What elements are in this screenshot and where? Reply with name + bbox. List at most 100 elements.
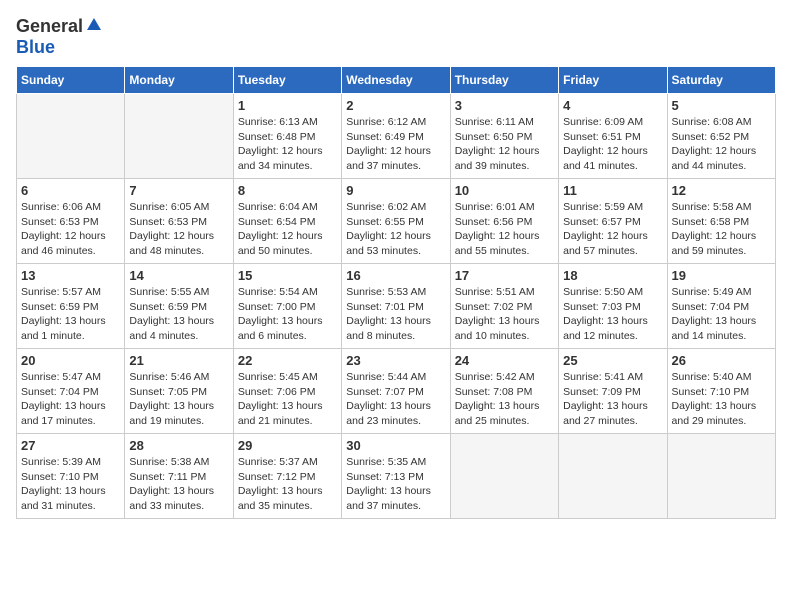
weekday-header-tuesday: Tuesday [233, 67, 341, 94]
day-number: 27 [21, 438, 120, 453]
day-info: Sunrise: 6:05 AM Sunset: 6:53 PM Dayligh… [129, 200, 228, 259]
calendar-table: SundayMondayTuesdayWednesdayThursdayFrid… [16, 66, 776, 519]
calendar-cell: 27 Sunrise: 5:39 AM Sunset: 7:10 PM Dayli… [17, 434, 125, 519]
day-info: Sunrise: 5:59 AM Sunset: 6:57 PM Dayligh… [563, 200, 662, 259]
calendar-cell: 21Sunrise: 5:46 AM Sunset: 7:05 PM Dayli… [125, 349, 233, 434]
calendar-cell: 1 Sunrise: 6:13 AM Sunset: 6:48 PM Daylig… [233, 94, 341, 179]
day-number: 29 [238, 438, 337, 453]
day-number: 12 [672, 183, 771, 198]
weekday-header-row: SundayMondayTuesdayWednesdayThursdayFrid… [17, 67, 776, 94]
calendar-cell [450, 434, 558, 519]
day-number: 19 [672, 268, 771, 283]
day-info: Sunrise: 6:06 AM Sunset: 6:53 PM Dayligh… [21, 200, 120, 259]
day-number: 1 [238, 98, 337, 113]
day-info: Sunrise: 5:50 AM Sunset: 7:03 PM Dayligh… [563, 285, 662, 344]
day-info: Sunrise: 5:41 AM Sunset: 7:09 PM Dayligh… [563, 370, 662, 429]
day-number: 18 [563, 268, 662, 283]
day-info: Sunrise: 5:35 AM Sunset: 7:13 PM Dayligh… [346, 455, 445, 514]
day-info: Sunrise: 6:01 AM Sunset: 6:56 PM Dayligh… [455, 200, 554, 259]
day-info: Sunrise: 5:38 AM Sunset: 7:11 PM Dayligh… [129, 455, 228, 514]
calendar-cell: 14 Sunrise: 5:55 AM Sunset: 6:59 PM Dayli… [125, 264, 233, 349]
weekday-header-thursday: Thursday [450, 67, 558, 94]
day-number: 11 [563, 183, 662, 198]
day-info: Sunrise: 6:13 AM Sunset: 6:48 PM Dayligh… [238, 115, 337, 174]
calendar-cell: 28 Sunrise: 5:38 AM Sunset: 7:11 PM Dayli… [125, 434, 233, 519]
day-info: Sunrise: 5:46 AM Sunset: 7:05 PM Dayligh… [129, 370, 228, 429]
day-number: 17 [455, 268, 554, 283]
logo-triangle-icon [86, 16, 102, 37]
day-number: 30 [346, 438, 445, 453]
day-info: Sunrise: 5:49 AM Sunset: 7:04 PM Dayligh… [672, 285, 771, 344]
logo: General Blue [16, 16, 103, 58]
calendar-cell: 20 Sunrise: 5:47 AM Sunset: 7:04 PM Dayli… [17, 349, 125, 434]
day-info: Sunrise: 5:57 AM Sunset: 6:59 PM Dayligh… [21, 285, 120, 344]
day-number: 20 [21, 353, 120, 368]
weekday-header-monday: Monday [125, 67, 233, 94]
day-info: Sunrise: 5:53 AM Sunset: 7:01 PM Dayligh… [346, 285, 445, 344]
page-header: General Blue [16, 16, 776, 58]
day-info: Sunrise: 6:12 AM Sunset: 6:49 PM Dayligh… [346, 115, 445, 174]
day-number: 28 [129, 438, 228, 453]
calendar-cell: 16Sunrise: 5:53 AM Sunset: 7:01 PM Dayli… [342, 264, 450, 349]
logo-general-text: General [16, 16, 83, 37]
day-number: 2 [346, 98, 445, 113]
day-info: Sunrise: 5:55 AM Sunset: 6:59 PM Dayligh… [129, 285, 228, 344]
day-info: Sunrise: 5:37 AM Sunset: 7:12 PM Dayligh… [238, 455, 337, 514]
day-info: Sunrise: 5:42 AM Sunset: 7:08 PM Dayligh… [455, 370, 554, 429]
calendar-cell: 11 Sunrise: 5:59 AM Sunset: 6:57 PM Dayli… [559, 179, 667, 264]
calendar-cell: 7 Sunrise: 6:05 AM Sunset: 6:53 PM Daylig… [125, 179, 233, 264]
week-row-2: 6 Sunrise: 6:06 AM Sunset: 6:53 PM Daylig… [17, 179, 776, 264]
day-number: 7 [129, 183, 228, 198]
calendar-cell [559, 434, 667, 519]
day-info: Sunrise: 6:04 AM Sunset: 6:54 PM Dayligh… [238, 200, 337, 259]
day-info: Sunrise: 5:39 AM Sunset: 7:10 PM Dayligh… [21, 455, 120, 514]
calendar-cell: 17 Sunrise: 5:51 AM Sunset: 7:02 PM Dayli… [450, 264, 558, 349]
day-info: Sunrise: 5:45 AM Sunset: 7:06 PM Dayligh… [238, 370, 337, 429]
calendar-cell: 2 Sunrise: 6:12 AM Sunset: 6:49 PM Daylig… [342, 94, 450, 179]
calendar-cell: 5 Sunrise: 6:08 AM Sunset: 6:52 PM Daylig… [667, 94, 775, 179]
day-number: 5 [672, 98, 771, 113]
day-info: Sunrise: 5:58 AM Sunset: 6:58 PM Dayligh… [672, 200, 771, 259]
weekday-header-saturday: Saturday [667, 67, 775, 94]
calendar-cell: 6 Sunrise: 6:06 AM Sunset: 6:53 PM Daylig… [17, 179, 125, 264]
calendar-cell: 10 Sunrise: 6:01 AM Sunset: 6:56 PM Dayli… [450, 179, 558, 264]
day-number: 24 [455, 353, 554, 368]
calendar-cell: 8 Sunrise: 6:04 AM Sunset: 6:54 PM Daylig… [233, 179, 341, 264]
calendar-cell: 26 Sunrise: 5:40 AM Sunset: 7:10 PM Dayli… [667, 349, 775, 434]
day-info: Sunrise: 5:44 AM Sunset: 7:07 PM Dayligh… [346, 370, 445, 429]
day-number: 23 [346, 353, 445, 368]
day-info: Sunrise: 5:40 AM Sunset: 7:10 PM Dayligh… [672, 370, 771, 429]
day-info: Sunrise: 6:08 AM Sunset: 6:52 PM Dayligh… [672, 115, 771, 174]
day-info: Sunrise: 6:11 AM Sunset: 6:50 PM Dayligh… [455, 115, 554, 174]
calendar-cell [125, 94, 233, 179]
day-number: 6 [21, 183, 120, 198]
calendar-cell: 13Sunrise: 5:57 AM Sunset: 6:59 PM Dayli… [17, 264, 125, 349]
day-number: 26 [672, 353, 771, 368]
day-number: 8 [238, 183, 337, 198]
calendar-cell: 29 Sunrise: 5:37 AM Sunset: 7:12 PM Dayli… [233, 434, 341, 519]
day-info: Sunrise: 6:09 AM Sunset: 6:51 PM Dayligh… [563, 115, 662, 174]
day-info: Sunrise: 5:47 AM Sunset: 7:04 PM Dayligh… [21, 370, 120, 429]
day-number: 4 [563, 98, 662, 113]
week-row-4: 20 Sunrise: 5:47 AM Sunset: 7:04 PM Dayli… [17, 349, 776, 434]
calendar-cell: 3 Sunrise: 6:11 AM Sunset: 6:50 PM Daylig… [450, 94, 558, 179]
calendar-cell [667, 434, 775, 519]
day-number: 14 [129, 268, 228, 283]
day-info: Sunrise: 6:02 AM Sunset: 6:55 PM Dayligh… [346, 200, 445, 259]
calendar-cell: 12 Sunrise: 5:58 AM Sunset: 6:58 PM Dayli… [667, 179, 775, 264]
day-number: 10 [455, 183, 554, 198]
day-number: 9 [346, 183, 445, 198]
day-info: Sunrise: 5:51 AM Sunset: 7:02 PM Dayligh… [455, 285, 554, 344]
calendar-cell: 9 Sunrise: 6:02 AM Sunset: 6:55 PM Daylig… [342, 179, 450, 264]
weekday-header-friday: Friday [559, 67, 667, 94]
day-number: 15 [238, 268, 337, 283]
day-number: 22 [238, 353, 337, 368]
calendar-cell: 25Sunrise: 5:41 AM Sunset: 7:09 PM Dayli… [559, 349, 667, 434]
calendar-cell: 19 Sunrise: 5:49 AM Sunset: 7:04 PM Dayli… [667, 264, 775, 349]
calendar-cell: 23 Sunrise: 5:44 AM Sunset: 7:07 PM Dayli… [342, 349, 450, 434]
week-row-5: 27 Sunrise: 5:39 AM Sunset: 7:10 PM Dayli… [17, 434, 776, 519]
day-info: Sunrise: 5:54 AM Sunset: 7:00 PM Dayligh… [238, 285, 337, 344]
calendar-cell: 15 Sunrise: 5:54 AM Sunset: 7:00 PM Dayli… [233, 264, 341, 349]
day-number: 3 [455, 98, 554, 113]
weekday-header-sunday: Sunday [17, 67, 125, 94]
